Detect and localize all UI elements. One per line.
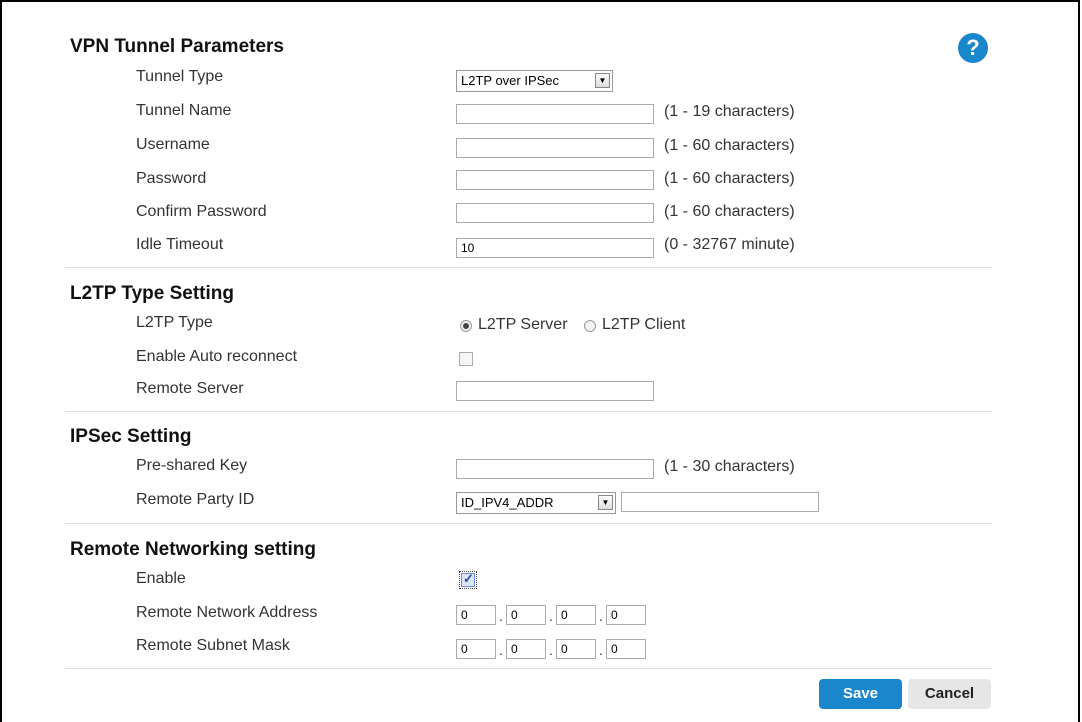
l2tp-client-label: L2TP Client (602, 316, 686, 333)
password-label: Password (136, 170, 207, 187)
octet-separator: . (549, 608, 553, 624)
subnet-mask-octet-2[interactable] (506, 639, 546, 659)
l2tp-client-radio[interactable] (584, 320, 596, 332)
remote-network-address-label: Remote Network Address (136, 604, 318, 621)
octet-separator: . (499, 608, 503, 624)
tunnel-name-hint: (1 - 19 characters) (664, 103, 795, 120)
password-input[interactable] (456, 170, 654, 190)
remote-subnet-mask-label: Remote Subnet Mask (136, 637, 290, 654)
cancel-button[interactable]: Cancel (908, 679, 991, 709)
password-hint: (1 - 60 characters) (664, 170, 795, 187)
section-title-remote-networking: Remote Networking setting (70, 539, 316, 560)
octet-separator: . (549, 642, 553, 658)
octet-separator: . (599, 642, 603, 658)
confirm-password-hint: (1 - 60 characters) (664, 203, 795, 220)
octet-separator: . (599, 608, 603, 624)
save-button[interactable]: Save (819, 679, 902, 709)
chevron-down-icon: ▼ (598, 495, 613, 510)
subnet-mask-octet-4[interactable] (606, 639, 646, 659)
remote-address-octet-1[interactable] (456, 605, 496, 625)
psk-input[interactable] (456, 459, 654, 479)
username-hint: (1 - 60 characters) (664, 137, 795, 154)
subnet-mask-octet-1[interactable] (456, 639, 496, 659)
remote-party-id-label: Remote Party ID (136, 491, 255, 508)
divider (65, 668, 992, 669)
tunnel-type-label: Tunnel Type (136, 68, 224, 85)
octet-separator: . (499, 642, 503, 658)
psk-hint: (1 - 30 characters) (664, 458, 795, 475)
tunnel-name-input[interactable] (456, 104, 654, 124)
idle-timeout-label: Idle Timeout (136, 236, 224, 253)
idle-timeout-input[interactable] (456, 238, 654, 258)
remote-party-id-type: ID_IPV4_ADDR (461, 495, 554, 510)
username-input[interactable] (456, 138, 654, 158)
remote-address-octet-4[interactable] (606, 605, 646, 625)
remote-server-input[interactable] (456, 381, 654, 401)
l2tp-server-radio[interactable] (460, 320, 472, 332)
auto-reconnect-checkbox[interactable] (459, 352, 473, 366)
section-title-vpn: VPN Tunnel Parameters (70, 36, 285, 57)
tunnel-type-select[interactable]: L2TP over IPSec ▼ (456, 70, 613, 92)
confirm-password-input[interactable] (456, 203, 654, 223)
username-label: Username (136, 136, 210, 153)
section-title-ipsec: IPSec Setting (70, 426, 192, 447)
confirm-password-label: Confirm Password (136, 203, 267, 220)
remote-address-octet-3[interactable] (556, 605, 596, 625)
divider (65, 267, 992, 268)
enable-label: Enable (136, 570, 186, 587)
enable-checkbox[interactable] (459, 571, 477, 589)
divider (65, 523, 992, 524)
remote-address-octet-2[interactable] (506, 605, 546, 625)
remote-server-label: Remote Server (136, 380, 244, 397)
remote-party-id-select[interactable]: ID_IPV4_ADDR ▼ (456, 492, 616, 514)
idle-timeout-hint: (0 - 32767 minute) (664, 236, 795, 253)
tunnel-name-label: Tunnel Name (136, 102, 232, 119)
l2tp-type-label: L2TP Type (136, 314, 213, 331)
auto-reconnect-label: Enable Auto reconnect (136, 348, 298, 365)
section-title-l2tp: L2TP Type Setting (70, 283, 234, 304)
tunnel-type-value: L2TP over IPSec (461, 73, 560, 88)
l2tp-server-label: L2TP Server (478, 316, 568, 333)
psk-label: Pre-shared Key (136, 457, 248, 474)
divider (65, 411, 992, 412)
help-icon[interactable]: ? (958, 33, 988, 63)
subnet-mask-octet-3[interactable] (556, 639, 596, 659)
remote-party-id-input[interactable] (621, 492, 819, 512)
chevron-down-icon: ▼ (595, 73, 610, 88)
